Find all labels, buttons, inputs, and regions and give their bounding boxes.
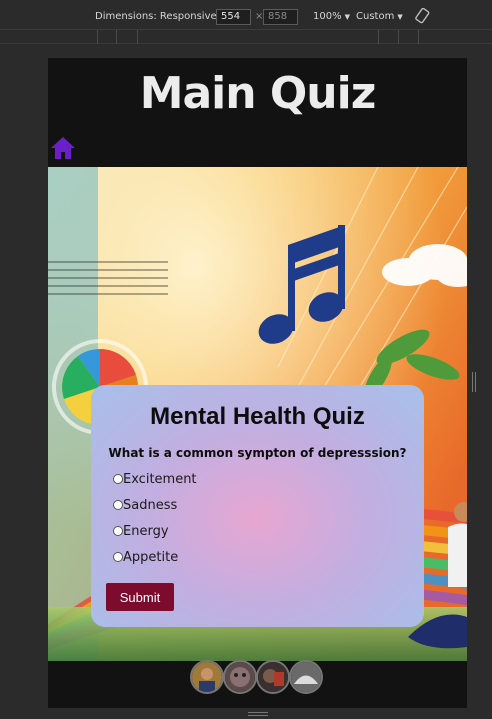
device-viewport: Main Quiz Mental Health Quiz What is a c… [48, 58, 467, 708]
resize-handle-right[interactable] [472, 372, 476, 392]
option-label: Energy [123, 523, 169, 539]
option-sadness[interactable]: Sadness [113, 496, 177, 514]
quiz-title: Mental Health Quiz [150, 403, 365, 430]
width-input[interactable]: 554 [216, 9, 251, 25]
quiz-card: Mental Health Quiz What is a common symp… [91, 385, 424, 627]
throttle-dropdown[interactable]: Custom ▼ [356, 11, 403, 23]
option-appetite[interactable]: Appetite [113, 548, 178, 566]
media-query-ruler [0, 30, 492, 44]
option-label: Excitement [123, 471, 197, 487]
zoom-dropdown[interactable]: 100% ▼ [313, 11, 350, 23]
home-icon[interactable] [50, 136, 76, 160]
devtools-toolbar: Dimensions: Responsive▼ 554 × 858 100%▼ … [0, 0, 492, 30]
chevron-down-icon: ▼ [397, 13, 403, 21]
option-excitement[interactable]: Excitement [113, 470, 197, 488]
radio-button[interactable] [113, 500, 123, 510]
chevron-down-icon: ▼ [344, 13, 350, 21]
quiz-question: What is a common sympton of depresssion? [108, 446, 407, 460]
height-input[interactable]: 858 [263, 9, 298, 25]
option-energy[interactable]: Energy [113, 522, 169, 540]
zoom-label: 100% [313, 11, 342, 22]
page-title: Main Quiz [139, 68, 377, 119]
radio-button[interactable] [113, 474, 123, 484]
avatar[interactable] [190, 660, 224, 694]
submit-button[interactable]: Submit [106, 583, 174, 611]
dimensions-label: Dimensions: Responsive [95, 11, 217, 22]
resize-handle-bottom[interactable] [248, 712, 268, 716]
option-label: Sadness [123, 497, 178, 513]
avatar[interactable] [256, 660, 290, 694]
radio-button[interactable] [113, 526, 123, 536]
throttle-label: Custom [356, 11, 395, 22]
avatar[interactable] [289, 660, 323, 694]
avatar-row [190, 660, 323, 696]
avatar[interactable] [223, 660, 257, 694]
rotate-icon[interactable] [414, 8, 430, 24]
radio-button[interactable] [113, 552, 123, 562]
dimensions-dropdown[interactable]: Dimensions: Responsive▼ [95, 11, 225, 23]
option-label: Appetite [123, 549, 179, 565]
